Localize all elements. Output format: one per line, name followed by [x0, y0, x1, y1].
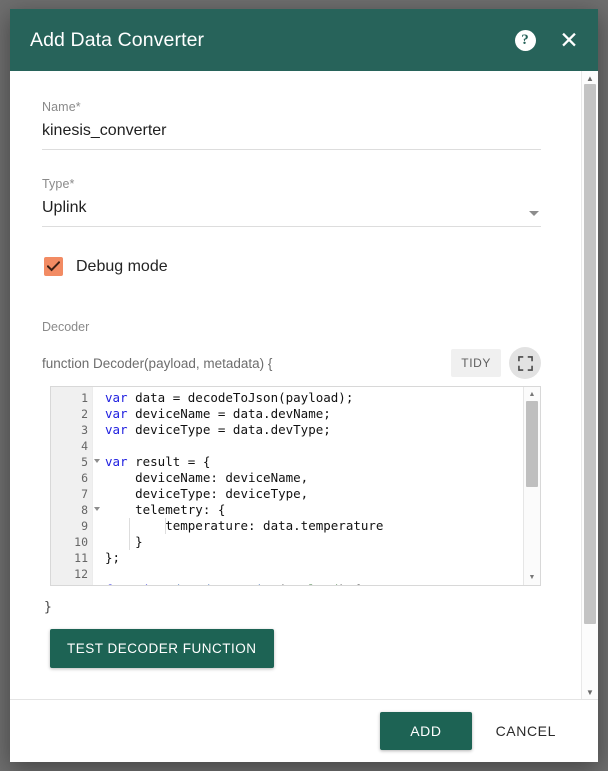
- editor-code-line: deviceName: deviceName,: [105, 470, 309, 485]
- editor-line-number: 6: [81, 471, 88, 485]
- titlebar-actions: ? ✕: [512, 27, 582, 53]
- editor-scroll-down-icon[interactable]: ▼: [524, 571, 540, 584]
- name-label-text: Name: [42, 100, 76, 114]
- chevron-down-icon[interactable]: [529, 211, 539, 216]
- editor-code-line: deviceType: deviceType,: [105, 486, 309, 501]
- decoder-function-signature: function Decoder(payload, metadata) {: [42, 355, 273, 371]
- editor-line-number: 12: [74, 567, 88, 581]
- add-data-converter-dialog: Add Data Converter ? ✕ Name* kinesis_con…: [10, 9, 598, 762]
- fullscreen-button[interactable]: [509, 347, 541, 379]
- editor-line-number: 5: [51, 454, 100, 470]
- editor-line-number: 2: [81, 407, 88, 421]
- editor-code-area[interactable]: var data = decodeToJson(payload); var dev…: [93, 387, 523, 585]
- type-field-group: Type* Uplink: [42, 176, 541, 227]
- debug-mode-row[interactable]: Debug mode: [44, 257, 541, 276]
- help-button[interactable]: ?: [512, 27, 538, 53]
- editor-code-line: function decodeToString(payload) {: [105, 582, 523, 585]
- editor-code-line: }: [105, 534, 143, 549]
- dialog-titlebar: Add Data Converter ? ✕: [10, 9, 598, 71]
- decoder-closing-brace: }: [44, 600, 52, 615]
- type-required-mark: *: [69, 177, 75, 191]
- editor-code-line: var deviceType = data.devType;: [105, 422, 331, 437]
- dialog-footer: ADD CANCEL: [10, 700, 598, 762]
- editor-content: 12345678910111213 var data = decodeToJso…: [51, 387, 523, 585]
- indent-guide: [165, 518, 166, 534]
- editor-line-number-gutter: 12345678910111213: [51, 387, 100, 585]
- name-field-group: Name*: [42, 99, 541, 150]
- close-icon: ✕: [559, 26, 579, 53]
- editor-code-line: temperature: data.temperature: [105, 518, 384, 533]
- editor-line-number: 10: [74, 535, 88, 549]
- scroll-up-icon[interactable]: ▲: [582, 71, 598, 85]
- dialog-body-scroll-area: Name* Type* Uplink: [10, 71, 581, 699]
- editor-code-line: var result = {: [105, 454, 211, 469]
- type-label: Type*: [42, 176, 541, 192]
- dialog-scrollbar-thumb[interactable]: [584, 84, 596, 624]
- editor-line-number: 11: [74, 551, 88, 565]
- tidy-button[interactable]: TIDY: [451, 349, 501, 377]
- decoder-signature-row: function Decoder(payload, metadata) { TI…: [42, 346, 541, 380]
- dialog-title: Add Data Converter: [30, 28, 205, 51]
- test-decoder-function-button[interactable]: TEST DECODER FUNCTION: [50, 629, 274, 668]
- decoder-code-editor[interactable]: 12345678910111213 var data = decodeToJso…: [50, 386, 541, 586]
- type-select-line[interactable]: Uplink: [42, 197, 541, 227]
- editor-line-number: 9: [81, 519, 88, 533]
- editor-code-line: telemetry: {: [105, 502, 226, 517]
- name-input[interactable]: [42, 120, 541, 142]
- type-label-text: Type: [42, 177, 70, 191]
- editor-vertical-scrollbar[interactable]: ▲ ▼: [523, 387, 540, 585]
- name-input-line: [42, 120, 541, 150]
- editor-code-line: var deviceName = data.devName;: [105, 406, 331, 421]
- editor-code-line: [105, 566, 523, 582]
- editor-line-number: 4: [81, 439, 88, 453]
- name-required-mark: *: [75, 100, 81, 114]
- decoder-section-label: Decoder: [42, 320, 90, 334]
- dialog-vertical-scrollbar[interactable]: ▲ ▼: [581, 71, 598, 699]
- editor-line-number: 13: [51, 582, 92, 585]
- editor-code-line: };: [105, 550, 121, 565]
- editor-scroll-up-icon[interactable]: ▲: [524, 388, 540, 401]
- fullscreen-icon: [517, 355, 533, 371]
- add-button[interactable]: ADD: [380, 712, 472, 750]
- type-select-value[interactable]: Uplink: [42, 197, 541, 219]
- debug-mode-label: Debug mode: [76, 257, 168, 275]
- editor-scrollbar-thumb[interactable]: [526, 401, 538, 487]
- scroll-down-icon[interactable]: ▼: [582, 685, 598, 699]
- editor-line-number: 1: [81, 391, 88, 405]
- editor-line-number: 3: [81, 423, 88, 437]
- debug-mode-checkbox[interactable]: [44, 257, 63, 276]
- editor-code-line: [105, 438, 523, 454]
- dialog-body: Name* Type* Uplink: [10, 71, 598, 700]
- editor-code-line: var data = decodeToJson(payload);: [105, 390, 354, 405]
- editor-line-number: 8: [51, 502, 100, 518]
- editor-line-number: 7: [81, 487, 88, 501]
- name-label: Name*: [42, 99, 541, 115]
- indent-guide: [129, 518, 130, 550]
- help-circle-icon: ?: [514, 29, 536, 51]
- check-icon: [47, 261, 60, 272]
- cancel-button[interactable]: CANCEL: [478, 712, 574, 750]
- close-button[interactable]: ✕: [556, 27, 582, 53]
